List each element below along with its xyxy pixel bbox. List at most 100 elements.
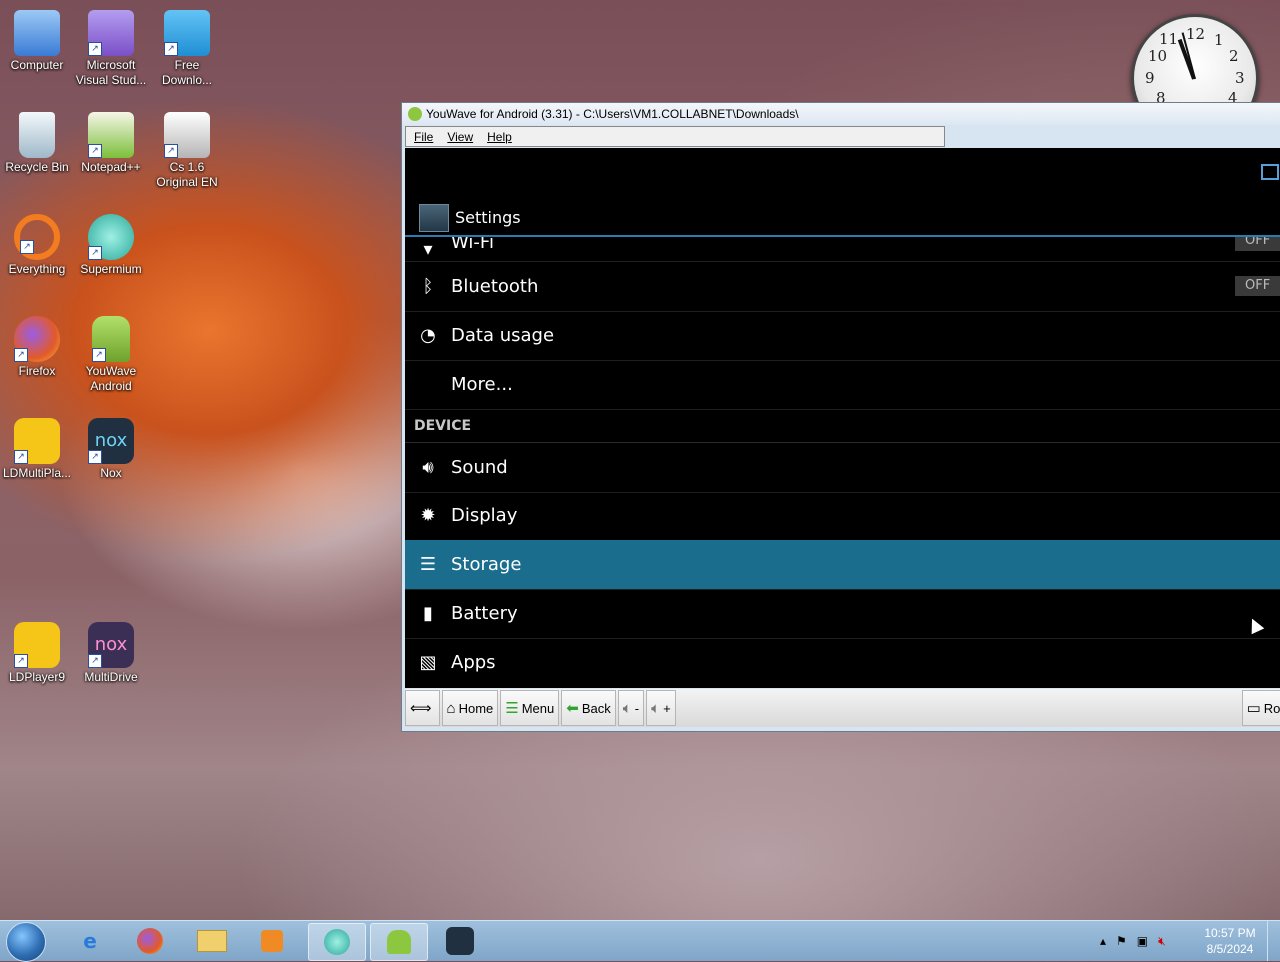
desktop-icon-label: Firefox xyxy=(18,364,56,378)
multidrive-icon: nox ↗ xyxy=(88,622,134,668)
show-desktop-button[interactable] xyxy=(1267,921,1280,961)
settings-row-battery[interactable]: ▮ Battery xyxy=(405,589,1280,639)
desktop-icon-label: Supermium xyxy=(80,262,142,276)
free-download-icon: ↗ xyxy=(164,10,210,56)
desktop-icon-label: Nox xyxy=(100,466,122,480)
row-label: Display xyxy=(451,505,518,526)
desktop-icon-label: YouWave Android xyxy=(85,364,137,393)
menu-help[interactable]: Help xyxy=(487,130,512,144)
desktop-icon-ldmultiplayer[interactable]: ↗ LDMultiPla... xyxy=(0,418,74,481)
menu-icon: ☰ xyxy=(505,700,519,717)
settings-row-sound[interactable]: 🔊︎ Sound xyxy=(405,442,1280,493)
desktop-icon-label: Computer xyxy=(10,58,64,72)
window-titlebar[interactable]: YouWave for Android (3.31) - C:\Users\VM… xyxy=(402,103,1280,125)
desktop-icon-computer[interactable]: Computer xyxy=(0,10,74,73)
section-header-device: DEVICE xyxy=(414,418,472,434)
nox-icon: nox ↗ xyxy=(88,418,134,464)
clock-numeral: 11 xyxy=(1159,30,1179,48)
desktop-icon-multidrive[interactable]: nox ↗ MultiDrive xyxy=(74,622,148,685)
desktop-icon-label: LDPlayer9 xyxy=(8,670,66,684)
computer-icon xyxy=(14,10,60,56)
taskbar-nox[interactable] xyxy=(432,923,488,959)
desktop-icon-label: Notepad++ xyxy=(81,160,141,174)
desktop-icon-label: Microsoft Visual Stud... xyxy=(75,58,147,87)
menu-file[interactable]: File xyxy=(414,130,433,144)
menu-view[interactable]: View xyxy=(447,130,473,144)
resize-arrows-icon: ⟺ xyxy=(410,700,432,717)
show-hidden-icons[interactable]: ▴ xyxy=(1100,934,1106,948)
resize-button[interactable]: ⟺ xyxy=(405,690,440,726)
apps-icon: ▧ xyxy=(419,652,437,673)
taskbar-explorer[interactable] xyxy=(184,923,240,959)
desktop-icon-firefox[interactable]: ↗ Firefox xyxy=(0,316,74,379)
start-button[interactable] xyxy=(6,922,46,962)
desktop-icon-everything[interactable]: ↗ Everything xyxy=(0,214,74,277)
desktop-icon-nox[interactable]: nox ↗ Nox xyxy=(74,418,148,481)
android-icon: ↗ xyxy=(92,316,130,362)
desktop-icon-label: Free Downlo... xyxy=(161,58,213,87)
desktop-icon-recycle-bin[interactable]: Recycle Bin xyxy=(0,112,74,175)
taskbar-firefox[interactable] xyxy=(122,923,178,959)
settings-row-apps[interactable]: ▧ Apps xyxy=(405,638,1280,687)
android-screen[interactable]: Settings ▾ Wi-Fi OFF ᛒ Bluetooth OFF ◔ D… xyxy=(405,148,1280,688)
row-label: Apps xyxy=(451,652,496,673)
desktop-icon-label: Cs 1.6 Original EN xyxy=(156,160,218,189)
home-label: Home xyxy=(458,700,494,716)
desktop-icon-notepad-plus[interactable]: ↗ Notepad++ xyxy=(74,112,148,175)
desktop-icon-label: Everything xyxy=(8,262,66,276)
taskbar-date: 8/5/2024 xyxy=(1206,942,1254,956)
desktop-icon-visual-studio[interactable]: ↗ Microsoft Visual Stud... xyxy=(74,10,148,88)
taskbar-ie[interactable]: e xyxy=(62,923,118,959)
desktop-icon-ldplayer9[interactable]: ↗ LDPlayer9 xyxy=(0,622,74,685)
taskbar-media-player[interactable] xyxy=(244,923,300,959)
settings-row-data-usage[interactable]: ◔ Data usage xyxy=(405,311,1280,361)
notepad-plus-icon: ↗ xyxy=(88,112,134,158)
supermium-icon: ↗ xyxy=(88,214,134,260)
firefox-icon: ↗ xyxy=(14,316,60,362)
taskbar-supermium[interactable] xyxy=(308,923,366,961)
back-button[interactable]: ⬅ Back xyxy=(561,690,616,726)
row-label: More... xyxy=(451,374,513,395)
supermium-icon xyxy=(324,929,350,955)
action-center-flag-icon[interactable]: ⚑ xyxy=(1116,934,1127,948)
volume-up-button[interactable]: 🔈︎ + xyxy=(646,690,676,726)
row-label: Battery xyxy=(451,603,518,624)
youwave-window[interactable]: YouWave for Android (3.31) - C:\Users\VM… xyxy=(401,102,1280,732)
network-icon[interactable] xyxy=(1261,164,1279,180)
desktop-icon-counter-strike[interactable]: ↗ Cs 1.6 Original EN xyxy=(150,112,224,190)
taskbar-youwave[interactable] xyxy=(370,923,428,961)
media-player-icon xyxy=(261,930,283,952)
row-label: Data usage xyxy=(451,325,555,346)
settings-row-storage[interactable]: ☰ Storage xyxy=(405,540,1280,590)
counter-strike-icon: ↗ xyxy=(164,112,210,158)
rotate-button[interactable]: ▭Rot xyxy=(1241,690,1280,726)
volume-muted-icon[interactable]: 🔇︎ xyxy=(1158,934,1166,949)
clock-numeral: 3 xyxy=(1235,69,1245,87)
taskbar-clock[interactable]: 10:57 PM 8/5/2024 xyxy=(1200,925,1260,957)
volume-down-button[interactable]: 🔈︎ - xyxy=(617,690,645,726)
settings-header: Settings xyxy=(405,200,1280,237)
brightness-icon: ✹ xyxy=(420,505,436,526)
settings-row-display[interactable]: ✹ Display xyxy=(405,491,1280,541)
wifi-toggle[interactable]: OFF xyxy=(1235,237,1280,251)
home-button[interactable]: ⌂ Home xyxy=(441,690,499,726)
row-label: Storage xyxy=(451,554,522,575)
menu-button[interactable]: ☰ Menu xyxy=(500,690,560,726)
row-label: Bluetooth xyxy=(451,276,539,297)
settings-row-wifi[interactable]: ▾ Wi-Fi OFF xyxy=(405,237,1280,262)
desktop-icon-youwave[interactable]: ↗ YouWave Android xyxy=(74,316,148,394)
settings-row-more[interactable]: More... xyxy=(405,360,1280,410)
speaker-icon: 🔈︎ xyxy=(651,699,661,717)
network-icon[interactable]: ▣ xyxy=(1137,934,1148,948)
back-arrow-icon: ⬅ xyxy=(566,700,579,717)
rotate-label: Rot xyxy=(1263,700,1280,716)
desktop-icon-supermium[interactable]: ↗ Supermium xyxy=(74,214,148,277)
desktop-icon-label: MultiDrive xyxy=(84,670,138,684)
emulator-toolbar: ⟺ ⌂Home ☰Menu ⬅Back 🔈︎- 🔈︎+ ▭Rot xyxy=(405,689,1280,727)
folder-icon xyxy=(197,930,227,952)
bluetooth-toggle[interactable]: OFF xyxy=(1235,276,1280,296)
desktop-icon-free-download[interactable]: ↗ Free Downlo... xyxy=(150,10,224,88)
bluetooth-icon: ᛒ xyxy=(422,276,434,297)
volume-up-label: + xyxy=(663,700,671,716)
settings-row-bluetooth[interactable]: ᛒ Bluetooth OFF xyxy=(405,262,1280,312)
